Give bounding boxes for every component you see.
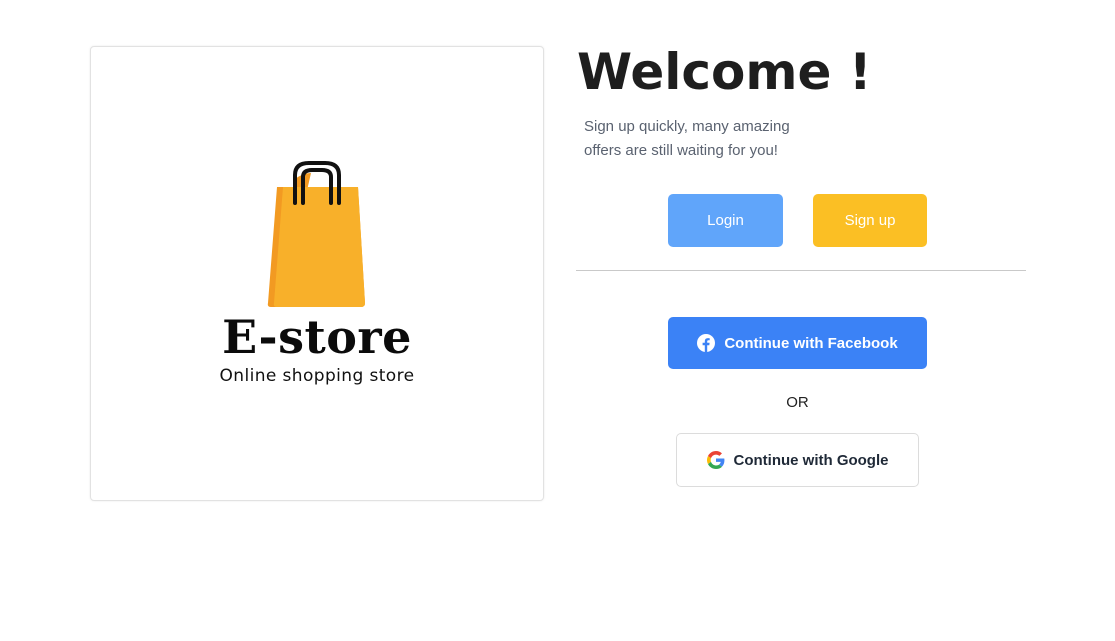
signup-button[interactable]: Sign up	[813, 194, 927, 247]
or-separator: OR	[786, 394, 809, 411]
shopping-bag-icon	[267, 161, 365, 307]
page-title: Welcome !	[577, 43, 872, 101]
welcome-subtitle: Sign up quickly, many amazing offers are…	[584, 118, 790, 159]
facebook-icon	[697, 334, 716, 352]
google-icon	[706, 451, 725, 469]
divider	[576, 270, 1026, 271]
continue-with-facebook-button[interactable]: Continue with Facebook	[668, 317, 927, 369]
brand-tagline: Online shopping store	[219, 366, 415, 386]
facebook-button-label: Continue with Facebook	[724, 334, 898, 352]
brand-name: E-store	[222, 310, 412, 364]
continue-with-google-button[interactable]: Continue with Google	[676, 433, 919, 487]
login-button[interactable]: Login	[668, 194, 783, 247]
google-button-label: Continue with Google	[733, 451, 889, 469]
welcome-page: E-store Online shopping store Welcome ! …	[0, 0, 1115, 641]
logo-card: E-store Online shopping store	[90, 46, 544, 501]
